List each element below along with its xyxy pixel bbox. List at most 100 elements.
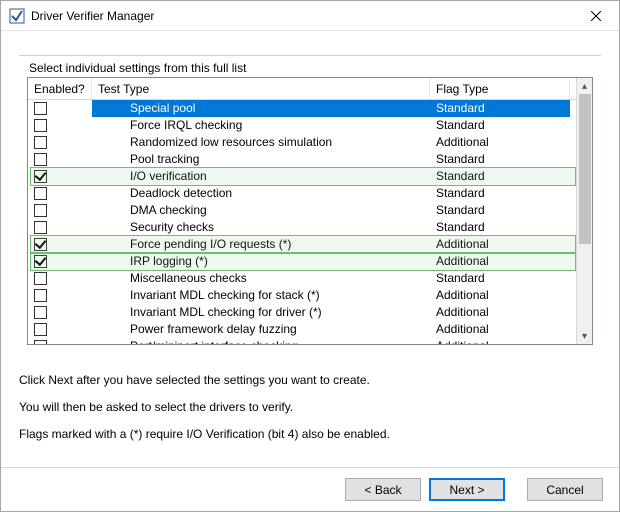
row-test-type: Invariant MDL checking for stack (*) <box>92 287 430 304</box>
row-flag-type: Additional <box>430 338 570 344</box>
row-checkbox[interactable] <box>34 187 47 200</box>
row-checkbox-cell <box>28 304 92 321</box>
row-checkbox[interactable] <box>34 323 47 336</box>
instruction-text: Click Next after you have selected the s… <box>19 369 601 449</box>
row-checkbox-cell <box>28 270 92 287</box>
row-flag-type: Additional <box>430 304 570 321</box>
row-checkbox-cell <box>28 134 92 151</box>
instruction-line-3: Flags marked with a (*) require I/O Veri… <box>19 423 601 446</box>
row-flag-type: Additional <box>430 321 570 338</box>
close-button[interactable] <box>573 1 619 31</box>
row-checkbox[interactable] <box>34 170 47 183</box>
row-checkbox[interactable] <box>34 119 47 132</box>
row-test-type: Power framework delay fuzzing <box>92 321 430 338</box>
row-checkbox[interactable] <box>34 153 47 166</box>
row-test-type: Deadlock detection <box>92 185 430 202</box>
row-flag-type: Standard <box>430 185 570 202</box>
table-row[interactable]: I/O verificationStandard <box>28 168 592 185</box>
row-test-type: Randomized low resources simulation <box>92 134 430 151</box>
row-checkbox-cell <box>28 287 92 304</box>
table-row[interactable]: Randomized low resources simulationAddit… <box>28 134 592 151</box>
button-bar: < Back Next > Cancel <box>1 467 619 511</box>
row-test-type: Force pending I/O requests (*) <box>92 236 430 253</box>
row-flag-type: Standard <box>430 168 570 185</box>
settings-group: Select individual settings from this ful… <box>19 49 601 353</box>
table-row[interactable]: DMA checkingStandard <box>28 202 592 219</box>
row-checkbox-cell <box>28 151 92 168</box>
row-checkbox-cell <box>28 338 92 344</box>
instruction-line-1: Click Next after you have selected the s… <box>19 369 601 392</box>
row-checkbox-cell <box>28 236 92 253</box>
row-test-type: IRP logging (*) <box>92 253 430 270</box>
header-flag-type[interactable]: Flag Type <box>430 78 570 99</box>
row-test-type: Invariant MDL checking for driver (*) <box>92 304 430 321</box>
vertical-scrollbar[interactable]: ▴ ▾ <box>576 78 592 344</box>
row-test-type: Security checks <box>92 219 430 236</box>
row-flag-type: Standard <box>430 151 570 168</box>
row-checkbox[interactable] <box>34 204 47 217</box>
table-row[interactable]: Pool trackingStandard <box>28 151 592 168</box>
table-row[interactable]: IRP logging (*)Additional <box>28 253 592 270</box>
row-checkbox-cell <box>28 100 92 117</box>
row-flag-type: Standard <box>430 117 570 134</box>
row-flag-type: Standard <box>430 100 570 117</box>
row-test-type: Pool tracking <box>92 151 430 168</box>
row-checkbox-cell <box>28 168 92 185</box>
row-checkbox[interactable] <box>34 272 47 285</box>
row-checkbox-cell <box>28 117 92 134</box>
group-label: Select individual settings from this ful… <box>25 61 250 75</box>
row-checkbox[interactable] <box>34 306 47 319</box>
row-test-type: I/O verification <box>92 168 430 185</box>
row-checkbox[interactable] <box>34 102 47 115</box>
app-icon <box>9 8 25 24</box>
scroll-thumb[interactable] <box>579 94 591 244</box>
window-title: Driver Verifier Manager <box>31 9 573 23</box>
table-row[interactable]: Invariant MDL checking for driver (*)Add… <box>28 304 592 321</box>
row-test-type: Special pool <box>92 100 430 117</box>
table-row[interactable]: Port/miniport interface checkingAddition… <box>28 338 592 344</box>
list-header: Enabled? Test Type Flag Type <box>28 78 592 100</box>
table-row[interactable]: Deadlock detectionStandard <box>28 185 592 202</box>
scroll-up-arrow-icon[interactable]: ▴ <box>577 78 592 94</box>
row-checkbox-cell <box>28 321 92 338</box>
list-body: Special poolStandardForce IRQL checkingS… <box>28 100 592 344</box>
titlebar: Driver Verifier Manager <box>1 1 619 31</box>
row-flag-type: Standard <box>430 219 570 236</box>
cancel-button[interactable]: Cancel <box>527 478 603 501</box>
row-checkbox[interactable] <box>34 136 47 149</box>
row-test-type: Miscellaneous checks <box>92 270 430 287</box>
back-button[interactable]: < Back <box>345 478 421 501</box>
row-flag-type: Standard <box>430 202 570 219</box>
row-test-type: Port/miniport interface checking <box>92 338 430 344</box>
row-checkbox[interactable] <box>34 221 47 234</box>
close-icon <box>591 11 601 21</box>
table-row[interactable]: Invariant MDL checking for stack (*)Addi… <box>28 287 592 304</box>
table-row[interactable]: Force pending I/O requests (*)Additional <box>28 236 592 253</box>
row-checkbox[interactable] <box>34 340 47 344</box>
row-flag-type: Additional <box>430 134 570 151</box>
row-flag-type: Additional <box>430 236 570 253</box>
row-flag-type: Additional <box>430 287 570 304</box>
row-checkbox-cell <box>28 253 92 270</box>
scroll-down-arrow-icon[interactable]: ▾ <box>577 328 592 344</box>
row-checkbox[interactable] <box>34 238 47 251</box>
header-enabled[interactable]: Enabled? <box>28 78 92 99</box>
settings-listview[interactable]: Enabled? Test Type Flag Type Special poo… <box>27 77 593 345</box>
row-checkbox-cell <box>28 185 92 202</box>
row-checkbox-cell <box>28 219 92 236</box>
table-row[interactable]: Power framework delay fuzzingAdditional <box>28 321 592 338</box>
row-test-type: Force IRQL checking <box>92 117 430 134</box>
header-test-type[interactable]: Test Type <box>92 78 430 99</box>
instruction-line-2: You will then be asked to select the dri… <box>19 396 601 419</box>
row-checkbox[interactable] <box>34 289 47 302</box>
table-row[interactable]: Force IRQL checkingStandard <box>28 117 592 134</box>
row-flag-type: Standard <box>430 270 570 287</box>
row-checkbox[interactable] <box>34 255 47 268</box>
content-area: Select individual settings from this ful… <box>1 31 619 467</box>
table-row[interactable]: Security checksStandard <box>28 219 592 236</box>
table-row[interactable]: Miscellaneous checksStandard <box>28 270 592 287</box>
next-button[interactable]: Next > <box>429 478 505 501</box>
row-checkbox-cell <box>28 202 92 219</box>
table-row[interactable]: Special poolStandard <box>28 100 592 117</box>
row-test-type: DMA checking <box>92 202 430 219</box>
